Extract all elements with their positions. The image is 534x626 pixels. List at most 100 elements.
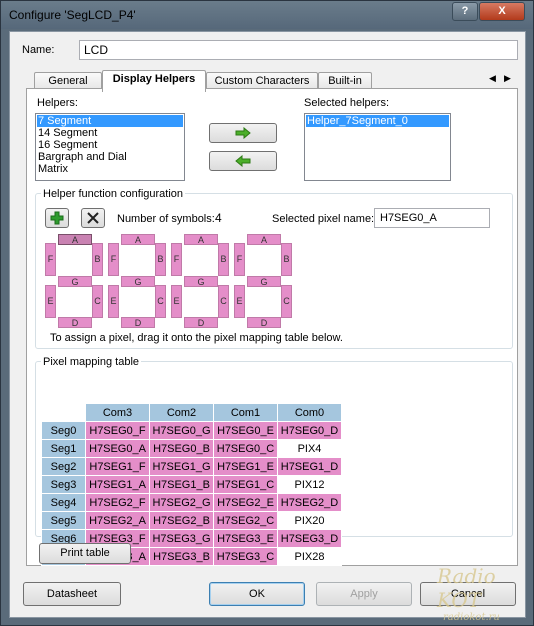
mapping-cell[interactable]: H7SEG1_B — [149, 475, 214, 494]
mapping-cell[interactable]: H7SEG1_E — [213, 457, 278, 476]
mapping-cell[interactable]: H7SEG2_D — [277, 493, 342, 512]
tab-scroll-right-icon[interactable]: ▶ — [504, 73, 511, 84]
mapping-cell[interactable]: H7SEG0_G — [149, 421, 214, 440]
helpers-list[interactable]: 7 Segment 14 Segment 16 Segment Bargraph… — [35, 113, 185, 181]
mapping-cell[interactable]: H7SEG1_G — [149, 457, 214, 476]
mapping-cell[interactable]: PIX28 — [277, 547, 342, 566]
segment-f-0[interactable]: F — [45, 243, 56, 276]
list-item[interactable]: Matrix — [37, 163, 183, 175]
segment-c-0[interactable]: C — [92, 285, 103, 318]
print-table-button[interactable]: Print table — [39, 543, 131, 564]
mapping-cell[interactable]: H7SEG3_C — [213, 547, 278, 566]
help-button[interactable]: ? — [452, 2, 478, 21]
segment-letter: B — [220, 254, 227, 264]
segment-d-1[interactable]: D — [121, 317, 155, 328]
segment-letter: D — [260, 318, 268, 328]
segment-f-2[interactable]: F — [171, 243, 182, 276]
pixel-name-label: Selected pixel name: — [272, 213, 375, 225]
segment-g-1[interactable]: G — [121, 276, 155, 287]
selected-helpers-list[interactable]: Helper_7Segment_0 — [304, 113, 451, 181]
mapping-cell[interactable]: H7SEG1_C — [213, 475, 278, 494]
segment-letter: D — [134, 318, 142, 328]
segment-a-0[interactable]: A — [58, 234, 92, 245]
segment-letter: G — [197, 277, 205, 287]
mapping-cell[interactable]: H7SEG0_D — [277, 421, 342, 440]
segment-e-2[interactable]: E — [171, 285, 182, 318]
row-header: Seg5 — [41, 511, 86, 530]
segment-e-1[interactable]: E — [108, 285, 119, 318]
datasheet-button[interactable]: Datasheet — [23, 582, 121, 606]
list-item[interactable]: 7 Segment — [37, 115, 183, 127]
segment-letter: D — [197, 318, 205, 328]
segment-e-3[interactable]: E — [234, 285, 245, 318]
segment-e-0[interactable]: E — [45, 285, 56, 318]
mapping-cell[interactable]: H7SEG0_F — [85, 421, 150, 440]
segment-b-1[interactable]: B — [155, 243, 166, 276]
segment-f-1[interactable]: F — [108, 243, 119, 276]
segment-g-2[interactable]: G — [184, 276, 218, 287]
list-item[interactable]: 16 Segment — [37, 139, 183, 151]
segment-a-3[interactable]: A — [247, 234, 281, 245]
segment-f-3[interactable]: F — [234, 243, 245, 276]
mapping-cell[interactable]: H7SEG2_G — [149, 493, 214, 512]
tab-display-helpers[interactable]: Display Helpers — [102, 70, 206, 92]
segment-c-1[interactable]: C — [155, 285, 166, 318]
add-symbol-button[interactable] — [45, 208, 69, 228]
pixel-name-input[interactable]: H7SEG0_A — [374, 208, 490, 228]
mapping-cell[interactable]: H7SEG1_D — [277, 457, 342, 476]
table-row: Seg4 H7SEG2_F H7SEG2_G H7SEG2_E H7SEG2_D — [41, 493, 342, 512]
mapping-cell[interactable]: PIX12 — [277, 475, 342, 494]
name-input[interactable]: LCD — [79, 40, 518, 60]
tab-scroll-left-icon[interactable]: ◀ — [489, 73, 496, 84]
mapping-cell[interactable]: PIX4 — [277, 439, 342, 458]
mapping-cell[interactable]: H7SEG2_C — [213, 511, 278, 530]
segment-a-2[interactable]: A — [184, 234, 218, 245]
close-button[interactable]: X — [479, 2, 525, 21]
mapping-cell[interactable]: H7SEG3_D — [277, 529, 342, 548]
segment-letter: F — [173, 254, 180, 264]
segment-b-2[interactable]: B — [218, 243, 229, 276]
mapping-cell[interactable]: H7SEG3_B — [149, 547, 214, 566]
remove-helper-button[interactable] — [209, 151, 277, 171]
mapping-cell[interactable]: H7SEG1_A — [85, 475, 150, 494]
segment-a-1[interactable]: A — [121, 234, 155, 245]
remove-symbol-button[interactable] — [81, 208, 105, 228]
mapping-cell[interactable]: H7SEG0_E — [213, 421, 278, 440]
segment-letter: E — [236, 296, 243, 306]
mapping-cell[interactable]: H7SEG2_A — [85, 511, 150, 530]
mapping-cell[interactable]: H7SEG2_E — [213, 493, 278, 512]
segment-b-0[interactable]: B — [92, 243, 103, 276]
list-item[interactable]: Helper_7Segment_0 — [306, 115, 449, 127]
mapping-cell[interactable]: H7SEG0_B — [149, 439, 214, 458]
mapping-cell[interactable]: PIX20 — [277, 511, 342, 530]
mapping-cell[interactable]: H7SEG2_F — [85, 493, 150, 512]
segment-g-0[interactable]: G — [58, 276, 92, 287]
column-header: Com1 — [213, 403, 278, 422]
segment-d-0[interactable]: D — [58, 317, 92, 328]
pixel-mapping-table[interactable]: Com3 Com2 Com1 Com0 Seg0 H7SEG0_F H7SEG0_G… — [41, 403, 342, 566]
title-bar[interactable]: Configure 'SegLCD_P4' ? X — [1, 1, 533, 29]
segment-c-2[interactable]: C — [218, 285, 229, 318]
apply-button[interactable]: Apply — [316, 582, 412, 606]
helpers-label: Helpers: — [37, 97, 78, 109]
add-helper-button[interactable] — [209, 123, 277, 143]
mapping-cell[interactable]: H7SEG3_E — [213, 529, 278, 548]
segment-g-3[interactable]: G — [247, 276, 281, 287]
watermark-url: radiokot.ru — [443, 612, 500, 623]
segment-d-2[interactable]: D — [184, 317, 218, 328]
segment-letter: F — [47, 254, 54, 264]
segment-d-3[interactable]: D — [247, 317, 281, 328]
mapping-cell[interactable]: H7SEG3_G — [149, 529, 214, 548]
list-item[interactable]: Bargraph and Dial — [37, 151, 183, 163]
segment-c-3[interactable]: C — [281, 285, 292, 318]
list-item[interactable]: 14 Segment — [37, 127, 183, 139]
mapping-cell[interactable]: H7SEG2_B — [149, 511, 214, 530]
segment-b-3[interactable]: B — [281, 243, 292, 276]
close-icon — [87, 212, 99, 224]
segment-letter: C — [157, 296, 164, 306]
mapping-cell[interactable]: H7SEG0_C — [213, 439, 278, 458]
row-header: Seg2 — [41, 457, 86, 476]
mapping-cell[interactable]: H7SEG0_A — [85, 439, 150, 458]
mapping-cell[interactable]: H7SEG1_F — [85, 457, 150, 476]
ok-button[interactable]: OK — [209, 582, 305, 606]
